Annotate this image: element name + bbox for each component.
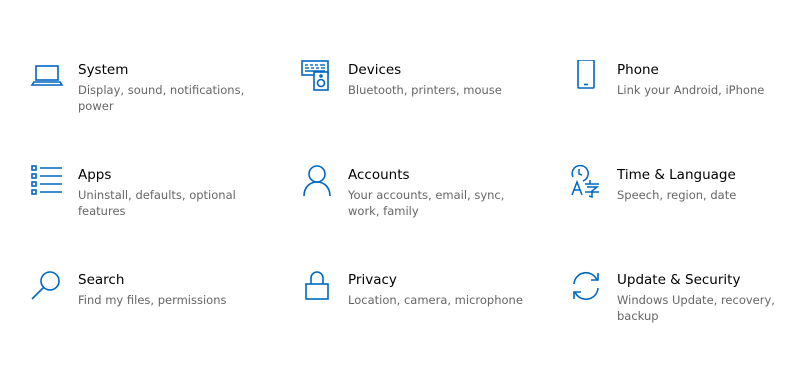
tile-phone[interactable]: Phone Link your Android, iPhone — [569, 60, 799, 130]
laptop-icon — [30, 60, 64, 94]
tile-description: Link your Android, iPhone — [617, 83, 765, 97]
tile-title: Search — [78, 272, 125, 288]
tile-devices[interactable]: Devices Bluetooth, printers, mouse — [300, 60, 536, 130]
search-icon — [30, 270, 64, 304]
tile-title: Apps — [78, 167, 112, 183]
tile-description: Your accounts, email, sync, work, family — [348, 188, 505, 218]
person-icon — [300, 165, 334, 199]
lock-icon — [300, 270, 334, 304]
sync-icon — [569, 270, 603, 304]
time-language-icon — [569, 165, 603, 199]
tile-title: Update & Security — [617, 272, 741, 288]
tile-update-security[interactable]: Update & Security Windows Update, recove… — [569, 270, 799, 340]
tile-title: Devices — [348, 62, 402, 78]
phone-icon — [569, 60, 603, 94]
tile-apps[interactable]: Apps Uninstall, defaults, optional featu… — [30, 165, 266, 235]
settings-grid: System Display, sound, notifications, po… — [0, 0, 799, 371]
tile-accounts[interactable]: Accounts Your accounts, email, sync, wor… — [300, 165, 536, 235]
keyboard-speaker-icon — [300, 60, 334, 94]
tile-title: Phone — [617, 62, 659, 78]
tile-description: Bluetooth, printers, mouse — [348, 83, 502, 97]
tile-search[interactable]: Search Find my files, permissions — [30, 270, 266, 340]
tile-title: Accounts — [348, 167, 410, 183]
tile-description: Windows Update, recovery, backup — [617, 293, 775, 323]
apps-list-icon — [30, 165, 64, 199]
tile-description: Location, camera, microphone — [348, 293, 523, 307]
tile-privacy[interactable]: Privacy Location, camera, microphone — [300, 270, 536, 340]
tile-description: Find my files, permissions — [78, 293, 227, 307]
tile-time-language[interactable]: Time & Language Speech, region, date — [569, 165, 799, 235]
tile-system[interactable]: System Display, sound, notifications, po… — [30, 60, 266, 130]
tile-title: Time & Language — [617, 167, 736, 183]
tile-description: Display, sound, notifications, power — [78, 83, 245, 113]
tile-title: System — [78, 62, 129, 78]
tile-description: Uninstall, defaults, optional features — [78, 188, 236, 218]
tile-description: Speech, region, date — [617, 188, 737, 202]
tile-title: Privacy — [348, 272, 397, 288]
